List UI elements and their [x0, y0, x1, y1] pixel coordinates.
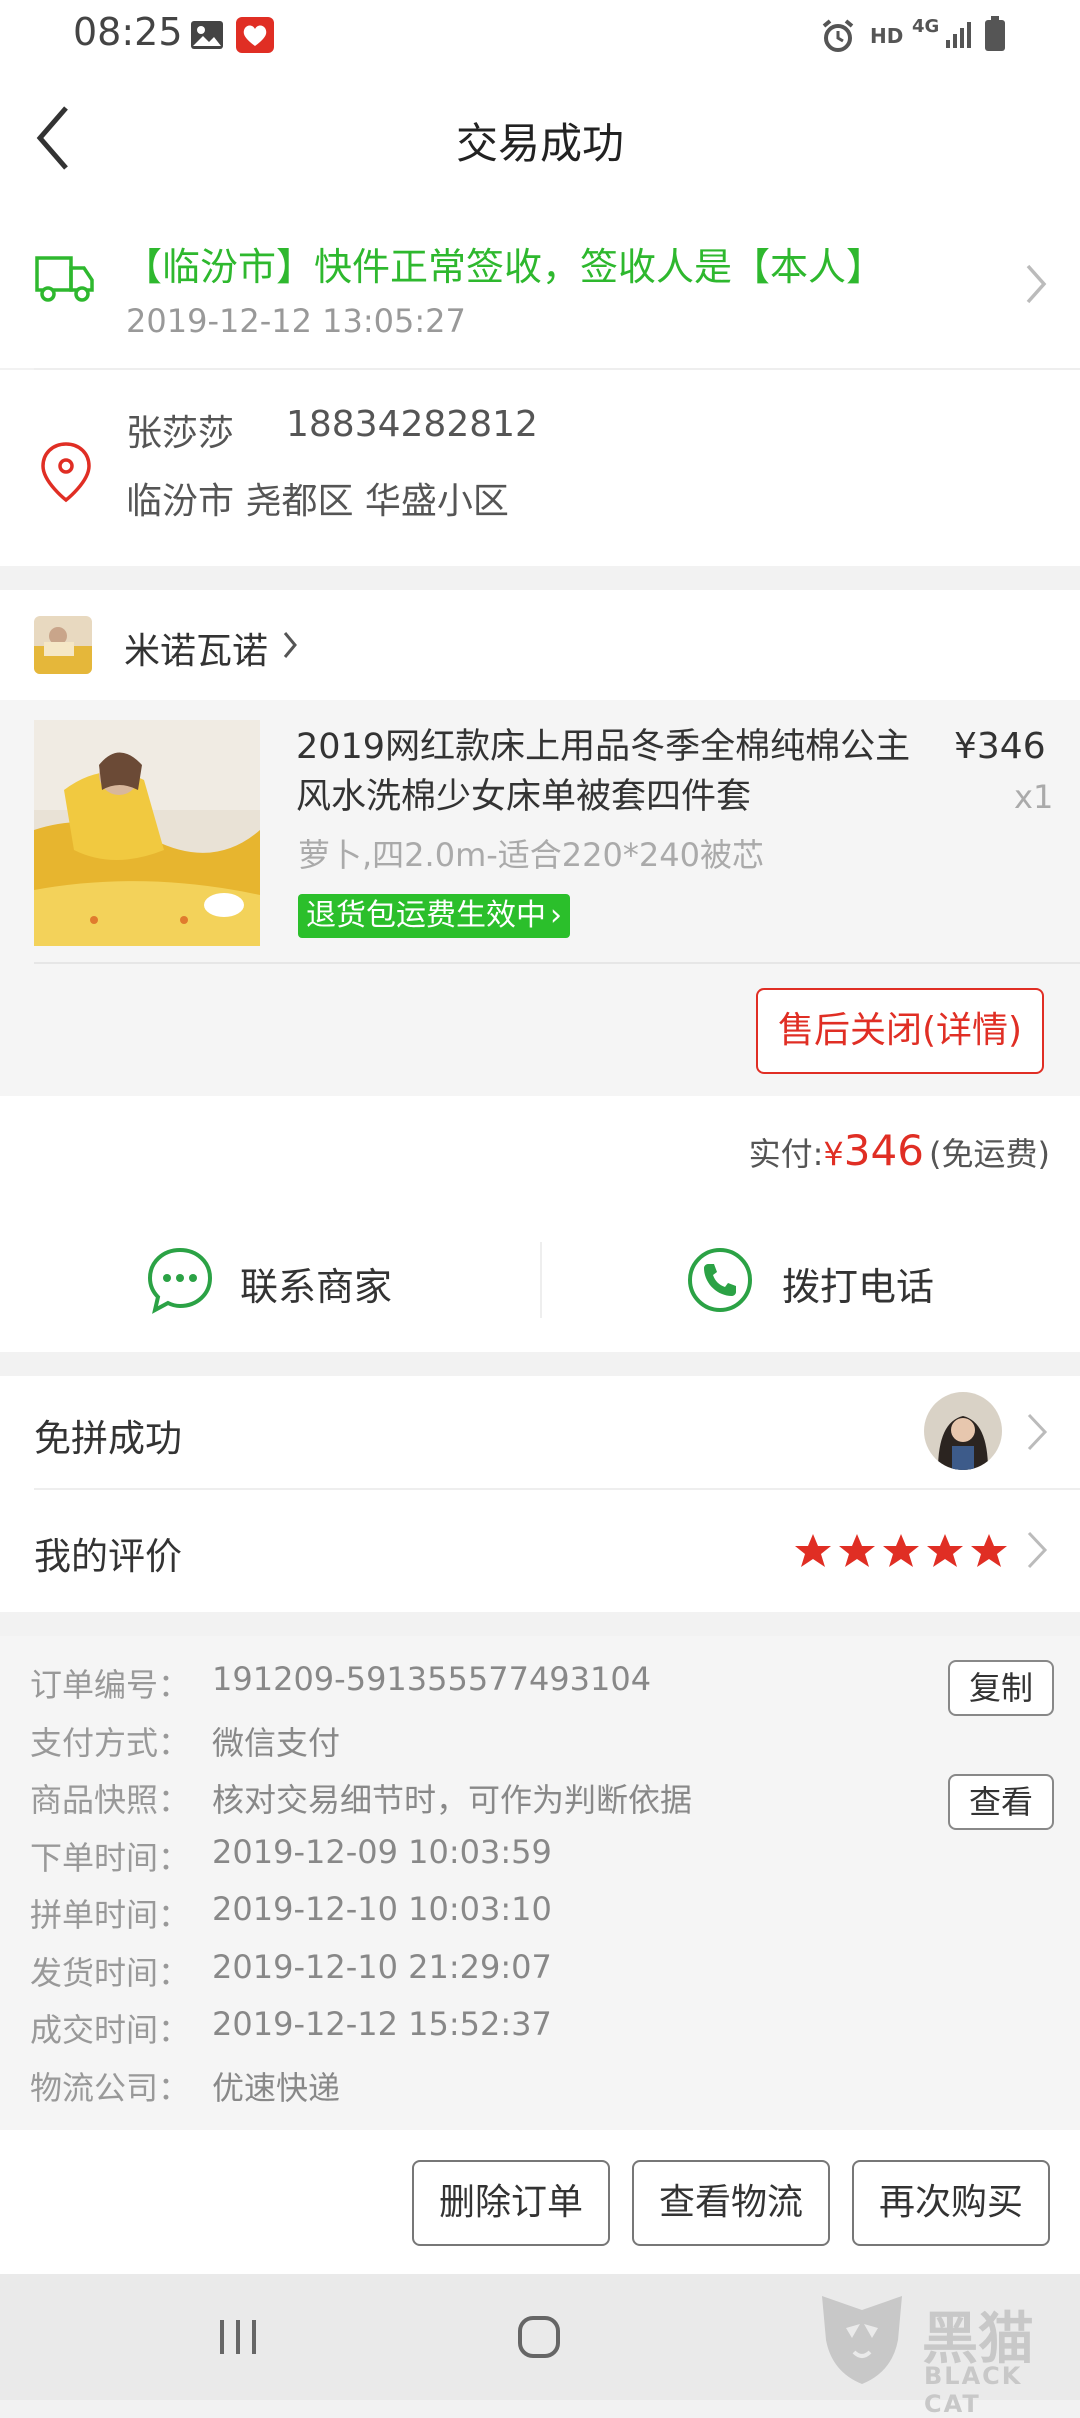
- logistics-message: 【临汾市】快件正常签收，签收人是【本人】: [124, 245, 885, 289]
- rating-stars: [794, 1532, 1014, 1572]
- product-quantity: x1: [1014, 778, 1054, 816]
- order-info-section: 订单编号： 191209-591355577493104 支付方式： 微信支付 商品快照…: [0, 1636, 1080, 2130]
- order-info-value: 2019-12-10 21:29:07: [212, 1947, 552, 1986]
- order-info-value: 2019-12-10 10:03:10: [212, 1890, 552, 1928]
- order-info-row: 成交时间： 2019-12-12 15:52:37: [30, 2005, 930, 2061]
- contact-merchant-button[interactable]: 联系商家: [0, 1206, 540, 1352]
- product-card[interactable]: 2019网红款床上用品冬季全棉纯棉公主风水洗棉少女床单被套四件套 ¥346 x1…: [0, 700, 1080, 1096]
- order-info-label: 下单时间：: [30, 1838, 191, 1877]
- image-icon: [190, 20, 224, 54]
- my-review-row[interactable]: 我的评价: [0, 1490, 1080, 1612]
- chat-bubble-icon: [146, 1246, 214, 1318]
- divider: [34, 962, 1080, 964]
- paid-amount: 346: [843, 1126, 924, 1175]
- star-icon: [839, 1534, 875, 1567]
- black-cat-logo-icon: [812, 2288, 912, 2392]
- home-icon[interactable]: [516, 2314, 562, 2364]
- order-info-value: 微信支付: [212, 1723, 341, 1762]
- order-info-label: 物流公司：: [30, 2068, 191, 2107]
- view-snapshot-button[interactable]: 查看: [948, 1774, 1054, 1830]
- order-info-label: 支付方式：: [30, 1723, 191, 1762]
- order-info-row: 拼单时间： 2019-12-10 10:03:10: [30, 1890, 930, 1946]
- paid-label: 实付:: [748, 1135, 824, 1173]
- chevron-right-icon: [282, 630, 298, 664]
- contact-merchant-label: 联系商家: [240, 1265, 393, 1309]
- product-title: 2019网红款床上用品冬季全棉纯棉公主风水洗棉少女床单被套四件套: [296, 727, 911, 817]
- logistics-time: 2019-12-12 13:05:27: [126, 302, 466, 340]
- order-info-label: 商品快照：: [30, 1781, 191, 1819]
- group-review-section: 免拼成功 我的评价: [0, 1376, 1080, 1612]
- alarm-icon: [820, 18, 856, 58]
- chevron-right-icon: [1026, 1412, 1048, 1456]
- paid-amount-line: 实付:¥346 (免运费): [749, 1126, 1050, 1175]
- location-pin-icon: [38, 440, 94, 508]
- copy-order-number-button[interactable]: 复制: [948, 1660, 1054, 1716]
- recent-apps-icon[interactable]: [216, 2316, 260, 2362]
- shop-name: 米诺瓦诺: [124, 631, 269, 672]
- star-icon: [795, 1534, 831, 1567]
- group-status-row[interactable]: 免拼成功: [0, 1376, 1080, 1488]
- contact-bar: 联系商家 拨打电话: [0, 1206, 1080, 1352]
- shipping-note: (免运费): [929, 1135, 1050, 1173]
- order-info-row: 支付方式： 微信支付: [30, 1718, 930, 1774]
- page-header: 交易成功: [0, 70, 1080, 206]
- star-icon: [927, 1534, 963, 1567]
- address-section: 张莎莎 18834282812 临汾市 尧都区 华盛小区: [0, 370, 1080, 566]
- truck-icon: [34, 250, 96, 310]
- call-phone-label: 拨打电话: [782, 1265, 935, 1309]
- page-title: 交易成功: [455, 119, 624, 168]
- hd-icon: HD: [870, 24, 904, 48]
- shop-avatar: [34, 616, 92, 674]
- order-info-value: 核对交易细节时，可作为判断依据: [212, 1781, 693, 1819]
- order-info-value: 2019-12-12 15:52:37: [212, 2005, 552, 2043]
- 4g-icon: 4G: [912, 16, 940, 37]
- order-info-value: 优速快递: [212, 2068, 341, 2107]
- phone-icon: [686, 1246, 754, 1318]
- chevron-right-icon: ›: [550, 898, 562, 933]
- watermark-brand-en: BLACK CAT: [924, 2362, 1023, 2418]
- order-info-label: 成交时间：: [30, 2011, 191, 2049]
- order-info-value: 191209-591355577493104: [212, 1660, 652, 1698]
- avatar: [924, 1392, 1002, 1470]
- delete-order-button[interactable]: 删除订单: [412, 2160, 610, 2246]
- chevron-right-icon: [1026, 1530, 1048, 1574]
- signal-icon: [944, 20, 974, 54]
- view-logistics-button[interactable]: 查看物流: [632, 2160, 830, 2246]
- product-spec: 萝卜,四2.0m-适合220*240被芯: [298, 836, 764, 874]
- order-info-row: 发货时间： 2019-12-10 21:29:07: [30, 1948, 930, 2004]
- star-icon: [971, 1534, 1007, 1567]
- status-bar: 08:25 HD 4G: [0, 0, 1080, 70]
- return-shipping-tag[interactable]: 退货包运费生效中 ›: [298, 894, 570, 938]
- order-info-label: 发货时间：: [30, 1953, 191, 1992]
- my-review-label: 我的评价: [34, 1535, 182, 1578]
- order-info-row: 物流公司： 优速快递: [30, 2063, 930, 2119]
- chevron-right-icon: [1024, 262, 1048, 310]
- call-phone-button[interactable]: 拨打电话: [542, 1206, 1080, 1352]
- rebuy-button[interactable]: 再次购买: [852, 2160, 1050, 2246]
- payment-summary: 实付:¥346 (免运费): [0, 1096, 1080, 1206]
- product-image: [34, 720, 260, 946]
- paid-currency: ¥: [823, 1135, 844, 1173]
- order-info-row: 订单编号： 191209-591355577493104: [30, 1660, 930, 1716]
- receiver-address: 临汾市 尧都区 华盛小区: [126, 481, 509, 522]
- return-shipping-tag-label: 退货包运费生效中: [306, 898, 546, 933]
- product-price: ¥346: [954, 726, 1046, 767]
- star-icon: [883, 1534, 919, 1567]
- order-info-label: 订单编号：: [30, 1666, 191, 1704]
- shop-row[interactable]: 米诺瓦诺: [0, 590, 1080, 700]
- app-heart-icon: [236, 17, 274, 57]
- order-info-row: 下单时间： 2019-12-09 10:03:59: [30, 1833, 930, 1889]
- order-info-label: 拼单时间：: [30, 1896, 191, 1934]
- order-info-value: 2019-12-09 10:03:59: [212, 1832, 552, 1871]
- order-action-bar: 删除订单 查看物流 再次购买: [0, 2130, 1080, 2274]
- battery-icon: [984, 16, 1006, 56]
- logistics-status[interactable]: 【临汾市】快件正常签收，签收人是【本人】 2019-12-12 13:05:27: [0, 206, 1080, 368]
- order-info-row: 商品快照： 核对交易细节时，可作为判断依据: [30, 1775, 930, 1831]
- status-time: 08:25: [73, 10, 183, 54]
- aftersale-detail-button[interactable]: 售后关闭(详情): [756, 988, 1044, 1074]
- receiver-phone: 18834282812: [286, 404, 538, 445]
- receiver-name: 张莎莎: [126, 413, 235, 454]
- system-nav-bar: 黑猫 BLACK CAT: [0, 2274, 1080, 2418]
- group-status-label: 免拼成功: [34, 1417, 182, 1460]
